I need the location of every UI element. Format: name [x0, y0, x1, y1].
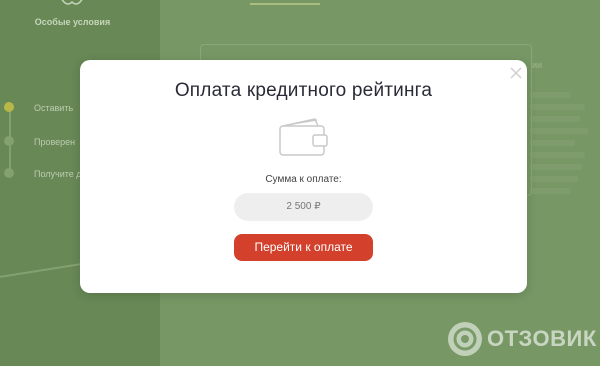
amount-label: Сумма к оплате:: [265, 174, 342, 185]
watermark-logo-icon: [448, 322, 482, 356]
wallet-icon: [279, 118, 328, 156]
watermark-text: ОТЗОВИК: [487, 326, 597, 351]
close-icon[interactable]: [508, 65, 524, 81]
modal-title: Оплата кредитного рейтинга: [174, 80, 433, 101]
payment-modal: Оплата кредитного рейтинга Сумма к оплат…: [80, 60, 527, 293]
amount-field: 2 500 ₽: [234, 193, 373, 221]
pay-button[interactable]: Перейти к оплате: [234, 234, 373, 261]
